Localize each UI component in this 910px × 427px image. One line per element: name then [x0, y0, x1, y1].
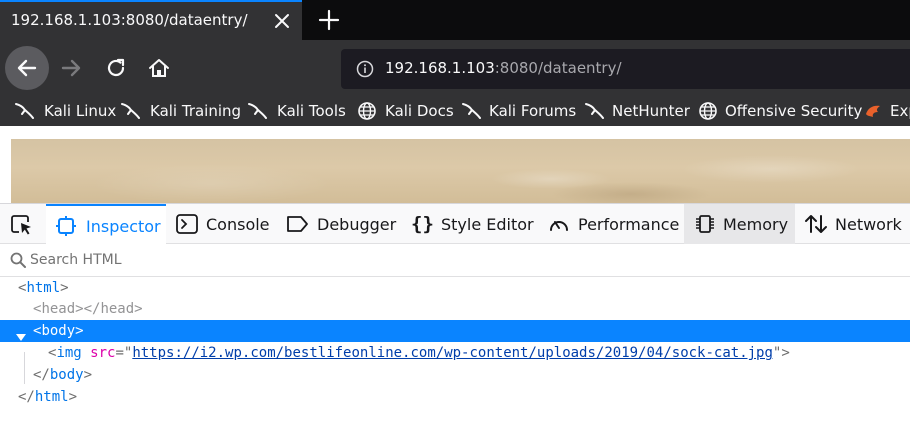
new-tab-icon[interactable] [317, 8, 341, 32]
html-close-tag-name: html [34, 389, 69, 405]
img-src-link[interactable]: https://i2.wp.com/bestlifeonline.com/wp-… [132, 345, 773, 361]
bookmarks-toolbar: Kali Linux Kali Training Kali Tools Kali… [0, 96, 910, 126]
bookmark-exploit-db[interactable]: Exp [864, 100, 910, 122]
back-arrow-icon [17, 59, 37, 77]
bookmark-kali-training[interactable]: Kali Training [120, 100, 242, 122]
search-icon [10, 252, 26, 268]
globe-icon [698, 102, 718, 120]
kali-dragon-icon [584, 102, 604, 120]
bookmark-kali-docs[interactable]: Kali Docs [357, 100, 454, 122]
globe-icon [357, 102, 377, 120]
bookmark-kali-linux[interactable]: Kali Linux [14, 100, 117, 122]
tab-label: Style Editor [441, 215, 534, 234]
navigation-bar: 192.168.1.103:8080/dataentry/ [0, 40, 910, 96]
address-bar[interactable]: 192.168.1.103:8080/dataentry/ [341, 49, 910, 89]
tab-label: Network [835, 215, 902, 234]
close-tab-icon[interactable] [272, 11, 292, 31]
tab-label: Console [206, 215, 270, 234]
debugger-icon [286, 214, 308, 234]
markup-node-head[interactable]: <head></head> [0, 298, 910, 320]
bookmark-nethunter[interactable]: NetHunter [584, 100, 690, 122]
memory-chip-icon [694, 214, 716, 234]
url-path: :8080/dataentry/ [494, 59, 622, 77]
svg-text:{}: {} [411, 213, 433, 235]
head-tag-name: head [41, 301, 76, 317]
inspector-icon [56, 216, 78, 236]
tab-performance[interactable]: Performance [538, 204, 684, 244]
bookmark-kali-tools[interactable]: Kali Tools [247, 100, 347, 122]
home-button[interactable] [137, 46, 181, 90]
element-picker-icon [11, 215, 31, 235]
bookmark-label: Kali Forums [489, 102, 577, 120]
markup-node-body-selected[interactable]: <body> [0, 320, 910, 342]
forward-arrow-icon [61, 59, 81, 77]
bookmark-label: Kali Tools [277, 102, 346, 120]
performance-gauge-icon [548, 214, 570, 234]
home-icon [149, 59, 169, 77]
network-arrows-icon [804, 214, 827, 234]
sock-cat-image [11, 139, 910, 203]
bookmark-label: Exp [890, 102, 910, 120]
markup-tree: <html> <head></head> <body> <img src="ht… [0, 277, 910, 427]
url-text[interactable]: 192.168.1.103:8080/dataentry/ [385, 59, 622, 77]
body-tag-name: body [41, 323, 76, 339]
page-viewport [0, 126, 910, 203]
bookmark-kali-forums[interactable]: Kali Forums [461, 100, 577, 122]
site-info-icon[interactable] [356, 60, 374, 78]
console-icon [176, 214, 198, 234]
kali-dragon-icon [14, 102, 34, 120]
tab-console[interactable]: Console [166, 204, 276, 244]
tab-memory[interactable]: Memory [684, 204, 795, 244]
kali-dragon-icon [461, 102, 481, 120]
tab-label: Memory [723, 215, 789, 234]
tab-inspector[interactable]: Inspector [46, 204, 166, 244]
tab-label: Performance [578, 215, 680, 234]
bookmark-label: NetHunter [612, 102, 690, 120]
tab-label: Inspector [86, 217, 161, 236]
kali-dragon-icon [120, 102, 140, 120]
braces-icon: {} [411, 213, 434, 235]
element-picker-button[interactable] [0, 204, 46, 244]
html-tag-name: html [26, 280, 61, 296]
devtools-toolbar: Inspector Console Debugger {} Style Edit… [0, 203, 910, 244]
bookmark-label: Kali Docs [385, 102, 454, 120]
tab-debugger[interactable]: Debugger [276, 204, 400, 244]
reload-button[interactable] [94, 46, 138, 90]
search-html-bar [0, 244, 910, 277]
tab-network[interactable]: Network [795, 204, 910, 244]
url-host: 192.168.1.103 [385, 59, 495, 77]
bookmark-offensive-security[interactable]: Offensive Security [698, 100, 862, 122]
tab-style-editor[interactable]: {} Style Editor [400, 204, 538, 244]
bookmark-label: Kali Linux [44, 102, 117, 120]
bookmark-label: Offensive Security [725, 102, 863, 120]
back-button[interactable] [5, 46, 49, 90]
forward-button[interactable] [49, 46, 93, 90]
markup-node-html-close[interactable]: </html> [0, 386, 910, 408]
tab-title: 192.168.1.103:8080/dataentry/ [11, 11, 248, 29]
kali-dragon-icon [247, 102, 267, 120]
tab-label: Debugger [317, 215, 397, 234]
search-html-input[interactable] [30, 249, 630, 271]
head-close-tag-name: head [100, 301, 135, 317]
markup-node-html-open[interactable]: <html> [0, 277, 910, 299]
markup-node-img[interactable]: <img src="https://i2.wp.com/bestlifeonli… [0, 342, 910, 364]
body-close-tag-name: body [49, 367, 84, 383]
expand-twisty-icon[interactable] [16, 327, 26, 341]
tab-strip: 192.168.1.103:8080/dataentry/ [0, 0, 910, 40]
markup-node-body-close[interactable]: </body> [0, 364, 910, 386]
browser-tab[interactable]: 192.168.1.103:8080/dataentry/ [0, 0, 302, 40]
reload-icon [107, 58, 125, 77]
src-attribute-name: src [90, 345, 116, 361]
bookmark-label: Kali Training [150, 102, 242, 120]
exploit-db-icon [864, 102, 884, 120]
img-tag-name: img [56, 345, 82, 361]
